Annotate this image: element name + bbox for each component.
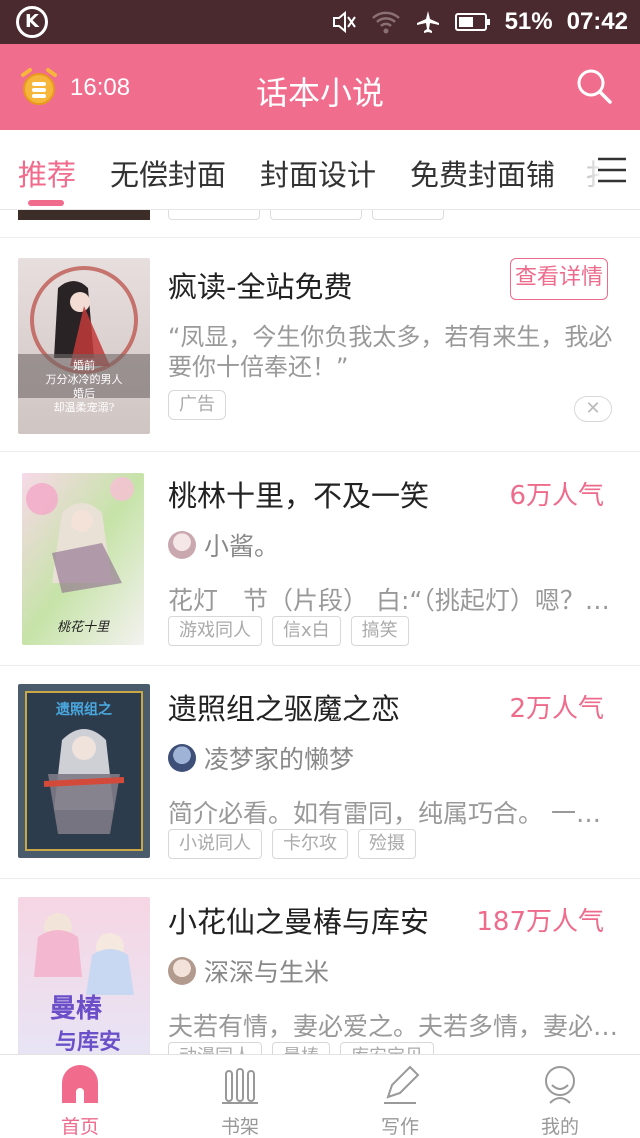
tag-partial [270,210,362,220]
tag-list: 小说同人 卡尔攻 殓摄 [168,829,416,859]
tab-free-cover-shop[interactable]: 免费封面铺 [410,152,555,194]
nav-write[interactable]: 写作 [320,1055,480,1138]
author-name: 小酱。 [204,532,280,561]
close-ad-icon[interactable]: ✕ [574,396,612,422]
book-title[interactable]: 遗照组之驱魔之恋 [168,686,400,728]
book-tag[interactable]: 动漫同人 [168,1042,262,1054]
popularity-count: 187万人气 [476,907,604,937]
mute-icon [332,10,356,34]
book-tag[interactable]: 小说同人 [168,829,262,859]
ad-cover-text: 却温柔宠溺? [54,400,115,414]
ad-cover-text: 婚后 [73,386,95,400]
book-tag[interactable]: 曼椿 [272,1042,330,1054]
book-tag[interactable]: 卡尔攻 [272,829,348,859]
nav-label: 首页 [60,1116,99,1138]
wifi-icon [371,11,400,34]
clock: 07:42 [566,8,628,35]
bookshelf-icon [222,1068,258,1104]
user-icon [545,1066,575,1104]
book-tag[interactable]: 信x白 [272,616,341,646]
tag-partial [168,210,260,220]
search-icon[interactable] [574,66,614,106]
book-feed[interactable]: 婚前 万分冰冷的男人 婚后 却温柔宠溺? 疯读-全站免费 查看详情 “凤显，今生… [0,210,640,1054]
battery-percent: 51% [504,8,553,35]
book-title[interactable]: 桃林十里，不及一笑 [168,473,429,515]
book-tag[interactable]: 殓摄 [358,829,416,859]
nav-bookshelf[interactable]: 书架 [160,1055,320,1138]
nav-home[interactable]: 首页 [0,1055,160,1138]
ad-card[interactable]: 婚前 万分冰冷的男人 婚后 却温柔宠溺? 疯读-全站免费 查看详情 “凤显，今生… [0,240,640,452]
book-description: 简介必看。如有雷同，纯属巧合。 一个… [168,799,620,828]
tag-partial [372,210,444,220]
book-list-item[interactable]: 桃花十里 桃林十里，不及一笑 6万人气 小酱。 花灯 节（片段） 白:“（挑起灯… [0,453,640,666]
book-tag[interactable]: 游戏同人 [168,616,262,646]
book-title[interactable]: 小花仙之曼椿与库安 [168,899,429,941]
book-tag[interactable]: 搞笑 [350,616,409,646]
book-description: 夫若有情，妻必爱之。夫若多情，妻必… [168,1012,619,1041]
book-description: 花灯 节（片段） 白:“（挑起灯）嗯？… [168,586,610,615]
cover-title-text: 桃花十里 [57,620,110,635]
nav-profile[interactable]: 我的 [480,1055,640,1138]
book-list-item[interactable]: 曼椿 与库安 小花仙之曼椿与库安 187万人气 深深与生米 夫若有情，妻必爱之。… [0,879,640,1054]
app-k-logo-icon: K [16,6,48,38]
app-header: 16:08 话本小说 [0,44,640,130]
tab-free-covers[interactable]: 无偿封面 [110,152,226,194]
author-row[interactable]: 凌梦家的懒梦 [168,740,354,776]
author-row[interactable]: 深深与生米 [168,953,329,989]
nav-label: 书架 [220,1116,259,1138]
ad-cover-text: 万分冰冷的男人 [46,372,123,386]
author-avatar [168,531,196,559]
nav-label: 写作 [380,1116,419,1138]
book-cover: 桃花十里 [22,473,144,645]
home-icon [62,1065,98,1103]
view-details-button[interactable]: 查看详情 [510,258,608,300]
book-tag[interactable]: 库安宝贝 [340,1042,434,1054]
author-row[interactable]: 小酱。 [168,527,279,563]
book-cover-partial [18,210,150,220]
ad-label: 广告 [168,390,226,420]
ad-cover-image: 婚前 万分冰冷的男人 婚后 却温柔宠溺? [18,258,150,434]
partial-list-item[interactable] [0,210,640,238]
tag-list: 游戏同人 信x白 搞笑 [168,616,409,646]
popularity-count: 6万人气 [509,481,604,511]
popularity-count: 2万人气 [509,694,604,724]
ad-title[interactable]: 疯读-全站免费 [168,264,352,306]
ad-description: “凤显，今生你负我太多，若有来生，我必要你十倍奉还！” [168,323,613,381]
page-title: 话本小说 [255,74,384,112]
status-bar: K 51% 07:42 [0,0,640,44]
tab-menu-button[interactable] [580,130,640,208]
cover-title-text: 曼椿 [50,994,103,1024]
pencil-icon [384,1065,420,1104]
author-avatar [168,957,196,985]
tag-list: 动漫同人 曼椿 库安宝贝 [168,1042,434,1054]
ad-cover-text: 婚前 [73,358,95,372]
cover-title-text: 遗照组之 [55,701,112,718]
book-cover: 遗照组之 [18,684,150,858]
bottom-navigation: 首页 书架 写作 我的 [0,1054,640,1138]
airplane-mode-icon [416,11,439,33]
nav-label: 我的 [540,1116,579,1138]
book-cover: 曼椿 与库安 [18,897,150,1054]
active-tab-indicator [28,200,64,206]
cover-title-text: 与库安 [55,1029,121,1054]
battery-icon [454,13,490,31]
author-name: 深深与生米 [204,958,330,987]
tab-cover-design[interactable]: 封面设计 [260,152,376,194]
tab-recommend[interactable]: 推荐 [18,152,76,194]
category-tabs: 推荐 无偿封面 封面设计 免费封面铺 扌 [0,130,640,210]
book-list-item[interactable]: 遗照组之 遗照组之驱魔之恋 2万人气 凌梦家的懒梦 简介必看。如有雷同，纯属巧合… [0,666,640,879]
author-name: 凌梦家的懒梦 [204,745,355,774]
menu-list-icon [598,157,626,183]
author-avatar [168,744,196,772]
